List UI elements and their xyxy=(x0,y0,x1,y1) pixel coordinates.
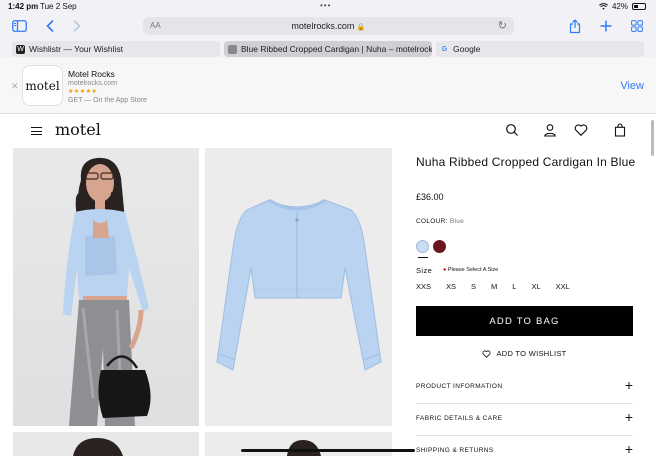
motel-favicon-icon xyxy=(228,44,237,54)
new-tab-icon[interactable] xyxy=(598,17,614,35)
colour-value: Blue xyxy=(449,218,465,225)
search-icon[interactable] xyxy=(505,123,519,137)
forward-icon[interactable] xyxy=(70,17,84,35)
status-bar: 1:42 pm Tue 2 Sep ••• 42% xyxy=(0,0,656,14)
plus-icon: + xyxy=(624,441,633,456)
google-favicon-icon: G xyxy=(441,45,448,53)
menu-icon[interactable] xyxy=(31,127,42,135)
app-store-subtitle: GET — On the App Store xyxy=(68,97,147,104)
wifi-icon xyxy=(599,3,608,10)
app-domain: motelrocks.com xyxy=(68,80,118,87)
accordion-label: FABRIC DETAILS & CARE xyxy=(416,415,503,422)
url-text: motelrocks.com 🔒 xyxy=(143,21,514,31)
accordion-product-information[interactable]: PRODUCT INFORMATION + xyxy=(416,372,633,404)
bag-icon[interactable] xyxy=(613,123,627,137)
battery-icon xyxy=(632,3,646,10)
product-image-flatlay[interactable] xyxy=(205,148,392,426)
size-option-xs[interactable]: XS xyxy=(446,282,456,291)
size-option-l[interactable]: L xyxy=(512,282,516,291)
size-option-xxs[interactable]: XXS xyxy=(416,282,431,291)
home-indicator[interactable] xyxy=(241,449,415,452)
add-to-wishlist-label: ADD TO WISHLIST xyxy=(496,349,567,358)
swatch-selected-indicator xyxy=(418,257,428,258)
size-option-xxl[interactable]: XXL xyxy=(556,282,570,291)
url-domain: motelrocks.com xyxy=(291,21,355,31)
add-to-bag-button[interactable]: ADD TO BAG xyxy=(416,306,633,336)
accordion-label: SHIPPING & RETURNS xyxy=(416,447,494,454)
tab-bar: W Wishlistr — Your Wishlist Blue Ribbed … xyxy=(0,40,656,58)
app-rating-stars: ★★★★★ xyxy=(68,89,98,95)
plus-icon: + xyxy=(624,409,633,425)
site-logo[interactable]: motel xyxy=(55,120,101,139)
swatch-burgundy[interactable] xyxy=(433,240,446,253)
model-photo-3 xyxy=(287,440,321,456)
wishlistr-favicon-icon: W xyxy=(16,44,25,54)
size-option-m[interactable]: M xyxy=(491,282,497,291)
size-options: XXS XS S M L XL XXL xyxy=(416,282,585,291)
swatch-blue[interactable] xyxy=(416,240,429,253)
lock-icon: 🔒 xyxy=(356,24,366,31)
model-photo xyxy=(63,157,151,426)
tab-wishlistr[interactable]: W Wishlistr — Your Wishlist xyxy=(12,41,220,57)
status-right: 42% xyxy=(599,2,646,11)
size-warning-text: Please Select A Size xyxy=(447,267,499,273)
model-photo-2 xyxy=(73,438,123,456)
browser-toolbar: AA motelrocks.com 🔒 ↻ xyxy=(0,14,656,40)
share-icon[interactable] xyxy=(567,17,583,35)
plus-icon: + xyxy=(624,377,633,393)
accordion-shipping-returns[interactable]: SHIPPING & RETURNS + xyxy=(416,436,633,456)
heart-icon xyxy=(482,349,491,358)
wishlist-heart-icon[interactable] xyxy=(574,123,588,137)
tab-google[interactable]: G Google xyxy=(436,41,644,57)
cardigan-photo xyxy=(216,198,382,371)
battery-percent: 42% xyxy=(611,2,628,11)
app-store-banner: ✕ motel Motel Rocks motelrocks.com ★★★★★… xyxy=(0,58,656,114)
tab-label: Wishlistr — Your Wishlist xyxy=(29,44,123,54)
site-header: motel xyxy=(0,115,656,145)
product-image-3[interactable] xyxy=(13,432,199,456)
warning-dot-icon: ● xyxy=(443,267,447,273)
product-image-model[interactable] xyxy=(13,148,199,426)
tab-label: Google xyxy=(453,44,481,54)
tab-label: Blue Ribbed Cropped Cardigan | Nuha – mo… xyxy=(241,44,432,54)
product-image-4[interactable] xyxy=(205,432,392,456)
accordion-fabric-details[interactable]: FABRIC DETAILS & CARE + xyxy=(416,404,633,436)
page-scrollbar[interactable] xyxy=(651,120,654,156)
tab-overview-icon[interactable] xyxy=(629,17,645,35)
size-warning: ● Please Select A Size xyxy=(443,267,498,273)
product-title: Nuha Ribbed Cropped Cardigan In Blue xyxy=(416,155,636,169)
sidebar-icon[interactable] xyxy=(11,17,27,35)
app-logo: motel xyxy=(22,65,63,106)
back-icon[interactable] xyxy=(43,17,57,35)
size-label: Size xyxy=(416,266,433,275)
size-option-xl[interactable]: XL xyxy=(531,282,540,291)
tab-motel-product[interactable]: Blue Ribbed Cropped Cardigan | Nuha – mo… xyxy=(224,41,432,57)
add-to-wishlist-button[interactable]: ADD TO WISHLIST xyxy=(416,349,633,358)
close-icon[interactable]: ✕ xyxy=(11,81,19,92)
view-app-button[interactable]: View xyxy=(620,80,644,92)
status-date: Tue 2 Sep xyxy=(40,2,77,11)
app-name: Motel Rocks xyxy=(68,69,115,79)
colour-row: COLOUR: Blue xyxy=(416,218,464,225)
size-option-s[interactable]: S xyxy=(471,282,476,291)
reload-icon[interactable]: ↻ xyxy=(498,19,507,32)
address-bar[interactable]: AA motelrocks.com 🔒 ↻ xyxy=(143,17,514,35)
status-time: 1:42 pm xyxy=(8,2,39,11)
colour-label: COLOUR: xyxy=(416,218,448,225)
accordion-label: PRODUCT INFORMATION xyxy=(416,383,503,390)
multitasking-dots[interactable]: ••• xyxy=(320,1,331,10)
account-icon[interactable] xyxy=(543,123,557,137)
product-price: £36.00 xyxy=(416,192,444,202)
